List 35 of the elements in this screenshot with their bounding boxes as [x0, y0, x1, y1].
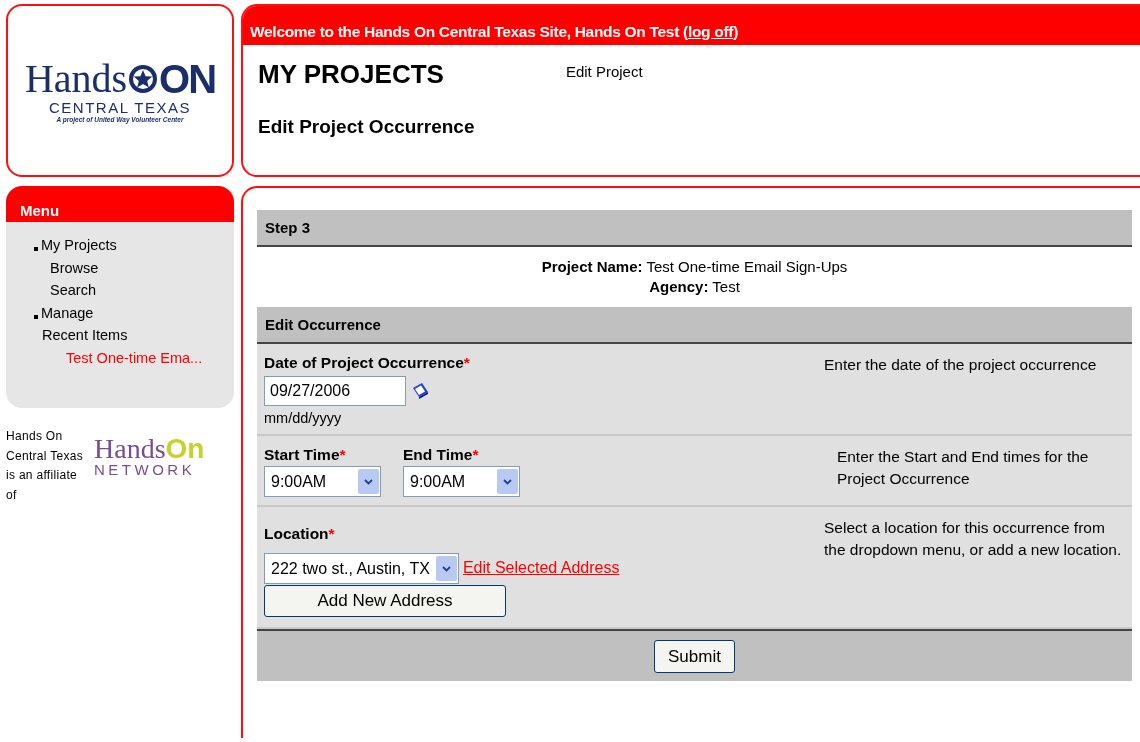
breadcrumb: Edit Project — [565, 63, 643, 82]
field-label: Location* — [264, 525, 336, 543]
field-label: Start Time* — [264, 446, 347, 464]
page-title: MY PROJECTS — [258, 59, 444, 90]
help-text: Enter the date of the project occurrence — [824, 355, 1098, 375]
menu-item[interactable]: Search — [50, 282, 96, 299]
step-title: Step 3 — [265, 219, 310, 236]
section-title: Edit Occurrence — [265, 316, 381, 333]
log-off-link[interactable]: log off — [687, 23, 734, 40]
dropdown[interactable]: 9:00AM — [403, 466, 520, 497]
chevron-down-icon — [497, 469, 518, 494]
add-address-button[interactable]: Add New Address — [264, 585, 506, 617]
help-text: Select a location for this occurrence from the dropdown menu, or add a new location. — [824, 518, 1123, 560]
affiliate-text: Hands On Central Texas is an affiliate of — [6, 428, 84, 504]
project-name-text: Project Name: Test One-time Email Sign-Ups — [540, 257, 849, 277]
chevron-down-icon — [358, 469, 379, 494]
date-field[interactable]: 09/27/2006 — [264, 376, 406, 406]
date-format-hint: mm/dd/yyyy — [264, 410, 343, 426]
agency-text: Agency: Test — [648, 277, 741, 297]
page-subtitle: Edit Project Occurrence — [258, 116, 476, 138]
help-text: Enter the Start and End times for the Project Occurrence — [836, 447, 1090, 489]
submit-button[interactable]: Submit — [654, 640, 735, 673]
calendar-icon[interactable] — [410, 381, 430, 401]
dropdown[interactable]: 9:00AM — [264, 466, 381, 497]
field-label: Date of Project Occurrence* — [264, 354, 471, 372]
menu-item[interactable]: Browse — [50, 259, 99, 276]
field-label: End Time* — [403, 446, 480, 464]
menu-item[interactable]: Recent Items — [42, 327, 128, 344]
menu-item[interactable]: Manage — [41, 304, 94, 321]
dropdown[interactable]: 222 two st., Austin, TX — [264, 553, 459, 584]
menu-item[interactable]: My Projects — [41, 237, 117, 254]
network-logo: HandsOn NETWORK — [94, 432, 205, 480]
menu-title: Menu — [6, 186, 234, 222]
welcome-text: Welcome to the Hands On Central Texas Site, Hands On Test (log off) — [243, 6, 1140, 45]
chevron-down-icon — [435, 556, 457, 581]
